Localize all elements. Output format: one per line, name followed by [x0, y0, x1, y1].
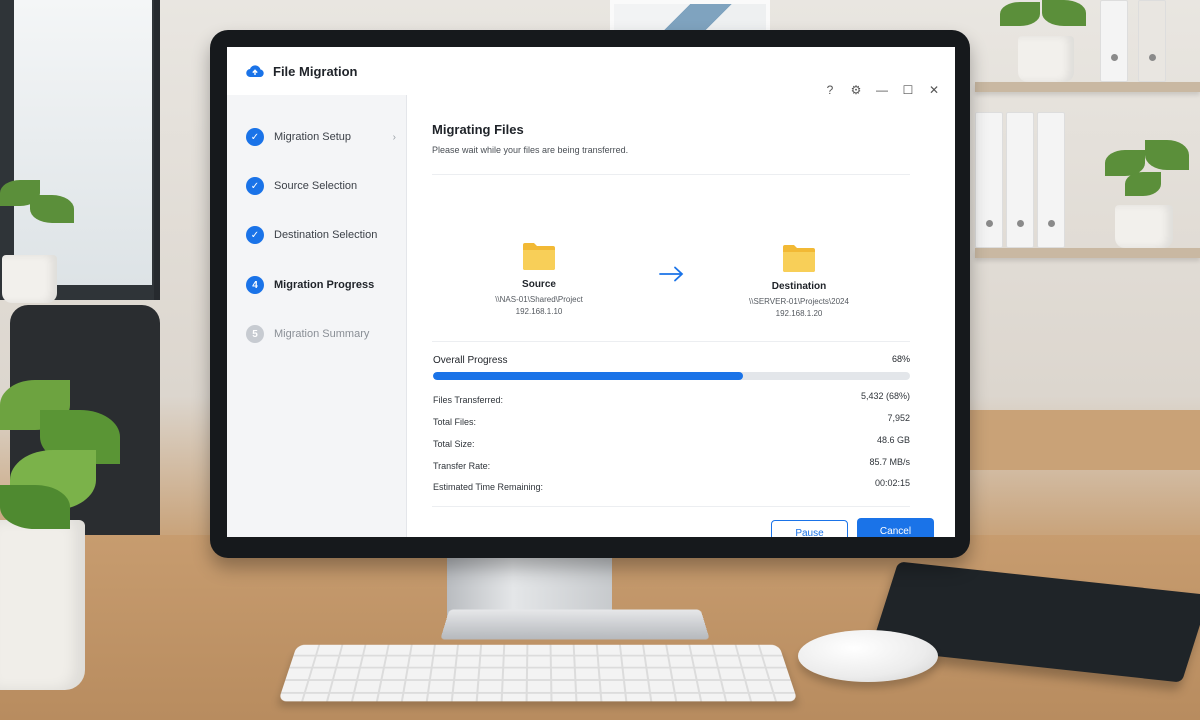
stat-label: Files Transferred:: [433, 395, 503, 405]
stat-value: 85.7 MB/s: [869, 457, 910, 467]
divider: [432, 174, 910, 175]
destination-ip: 192.168.1.20: [724, 309, 874, 318]
check-icon: ✓: [246, 226, 264, 244]
shelf: [975, 82, 1200, 92]
progress-bar-fill: [433, 372, 743, 380]
cloud-icon: [246, 64, 264, 78]
progress-bar: [433, 372, 910, 380]
folder-icon: [782, 243, 816, 273]
source-path: \\NAS-01\Shared\Project: [464, 295, 614, 304]
folder-icon: [522, 241, 556, 271]
binder: [1037, 112, 1065, 248]
divider: [432, 341, 910, 342]
stat-total-size: Total Size: 48.6 GB: [433, 439, 910, 455]
source-ip: 192.168.1.10: [464, 307, 614, 316]
stat-label: Transfer Rate:: [433, 461, 490, 471]
check-icon: ✓: [246, 128, 264, 146]
step-label: Destination Selection: [274, 229, 377, 241]
plant-pot: [0, 520, 85, 690]
plant-pot: [2, 255, 57, 303]
keyboard: [278, 645, 798, 702]
step-label: Migration Summary: [274, 328, 369, 340]
page-subtitle: Please wait while your files are being t…: [432, 145, 628, 155]
stat-value: 48.6 GB: [877, 435, 910, 445]
stat-total-files: Total Files: 7,952: [433, 417, 910, 433]
binder: [1006, 112, 1034, 248]
stat-label: Estimated Time Remaining:: [433, 482, 543, 492]
step-number-badge: 5: [246, 325, 264, 343]
stat-label: Total Files:: [433, 417, 476, 427]
app-title: File Migration: [273, 64, 358, 79]
stat-value: 5,432 (68%): [861, 391, 910, 401]
divider: [432, 506, 910, 507]
desk: [970, 410, 1200, 470]
step-migration-summary[interactable]: 5 Migration Summary: [246, 322, 396, 346]
step-migration-setup[interactable]: ✓ Migration Setup ›: [246, 125, 396, 149]
step-label: Migration Progress: [274, 279, 374, 291]
step-destination-selection[interactable]: ✓ Destination Selection: [246, 223, 396, 247]
destination-endpoint: Destination \\SERVER-01\Projects\2024 19…: [724, 243, 874, 318]
pause-button[interactable]: Pause: [771, 520, 848, 537]
page-title: Migrating Files: [432, 122, 524, 137]
source-label: Source: [464, 279, 614, 290]
stat-time-remaining: Estimated Time Remaining: 00:02:15: [433, 482, 910, 498]
main-panel: Migrating Files Please wait while your f…: [408, 95, 955, 537]
binder: [1138, 0, 1166, 82]
binder: [1100, 0, 1128, 82]
stat-transfer-rate: Transfer Rate: 85.7 MB/s: [433, 461, 910, 477]
stat-value: 00:02:15: [875, 478, 910, 488]
app-window: File Migration ? ⚙ — ☐ ✕ ✓ Migration Set…: [227, 47, 955, 537]
step-number-badge: 4: [246, 276, 264, 294]
plant-pot: [1018, 36, 1074, 82]
plant-pot: [1115, 205, 1173, 248]
cancel-button[interactable]: Cancel: [857, 518, 934, 537]
destination-path: \\SERVER-01\Projects\2024: [724, 297, 874, 306]
destination-label: Destination: [724, 281, 874, 292]
mouse: [798, 630, 938, 682]
arrow-right-icon: [659, 266, 685, 282]
check-icon: ✓: [246, 177, 264, 195]
step-source-selection[interactable]: ✓ Source Selection: [246, 174, 396, 198]
step-label: Source Selection: [274, 180, 357, 192]
monitor-stand-base: [440, 610, 709, 640]
step-migration-progress[interactable]: 4 Migration Progress: [246, 273, 396, 297]
progress-label: Overall Progress: [433, 355, 507, 366]
binder: [975, 112, 1003, 248]
stat-value: 7,952: [887, 413, 910, 423]
stat-files-transferred: Files Transferred: 5,432 (68%): [433, 395, 910, 411]
chevron-right-icon: ›: [393, 132, 396, 143]
step-label: Migration Setup: [274, 131, 351, 143]
progress-percent: 68%: [892, 354, 910, 364]
stat-label: Total Size:: [433, 439, 475, 449]
wizard-sidebar: ✓ Migration Setup › ✓ Source Selection ✓…: [227, 95, 407, 537]
source-endpoint: Source \\NAS-01\Shared\Project 192.168.1…: [464, 241, 614, 316]
shelf: [975, 248, 1200, 258]
